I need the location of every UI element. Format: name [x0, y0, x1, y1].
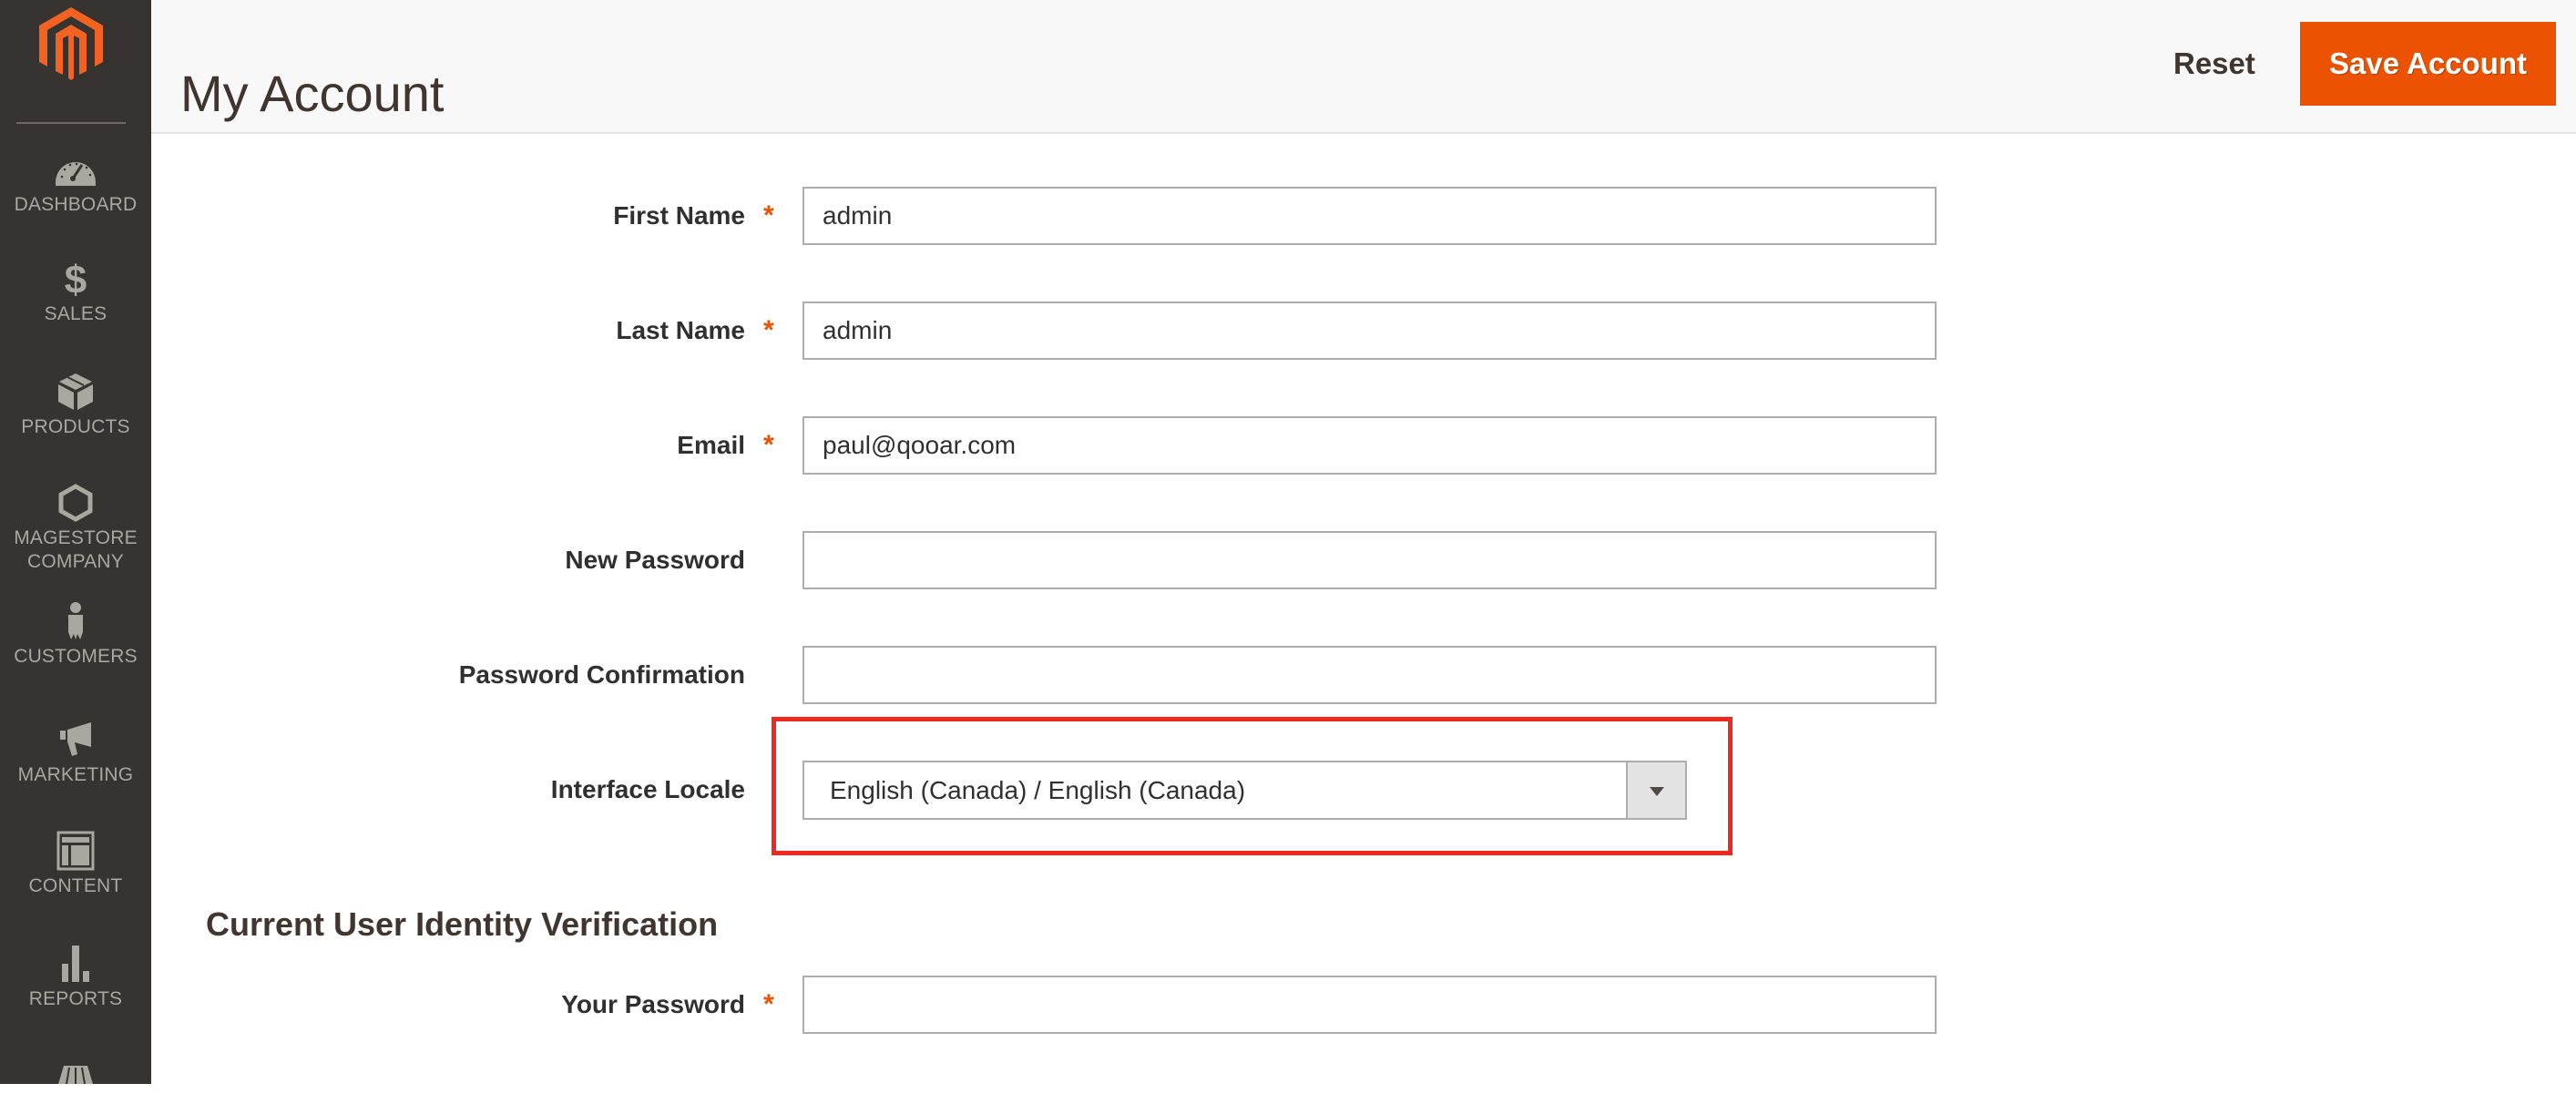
new-password-input[interactable]	[802, 531, 1937, 589]
magento-logo-icon[interactable]	[39, 7, 103, 80]
required-asterisk: *	[763, 200, 774, 230]
email-input[interactable]	[802, 416, 1937, 475]
sidebar-item-customers[interactable]: CUSTOMERS	[0, 601, 151, 669]
interface-locale-label: Interface Locale	[550, 775, 745, 803]
last-name-label: Last Name	[616, 316, 745, 344]
chevron-down-icon	[1649, 786, 1664, 796]
sidebar-item-magestore-company[interactable]: MAGESTORE COMPANY	[0, 483, 151, 574]
required-asterisk: *	[763, 430, 774, 460]
sidebar-item-label: CUSTOMERS	[14, 646, 138, 667]
person-icon	[68, 602, 83, 639]
sidebar-divider	[16, 122, 126, 124]
sidebar-item-label: REPORTS	[28, 988, 123, 1009]
store-awning-icon	[58, 1066, 93, 1085]
password-confirmation-label: Password Confirmation	[458, 660, 745, 689]
box-icon	[58, 373, 93, 410]
first-name-input[interactable]	[802, 187, 1937, 245]
sidebar-item-label-line1: MAGESTORE	[14, 527, 138, 548]
sidebar-item-content[interactable]: CONTENT	[0, 831, 151, 898]
new-password-label: New Password	[565, 546, 745, 574]
admin-sidebar: DASHBOARD $ SALES PRODUCTS MAGESTORE COM…	[0, 0, 151, 1085]
sidebar-item-label: MARKETING	[17, 764, 134, 785]
identity-verification-heading: Current User Identity Verification	[206, 905, 719, 943]
sidebar-item-products[interactable]: PRODUCTS	[0, 372, 151, 439]
last-name-input[interactable]	[802, 302, 1937, 360]
interface-locale-selected-value: English (Canada) / English (Canada)	[830, 776, 1246, 804]
required-asterisk: *	[763, 989, 774, 1019]
layout-icon	[56, 831, 95, 871]
dollar-icon: $	[65, 259, 87, 299]
save-account-button[interactable]: Save Account	[2300, 22, 2556, 106]
sidebar-item-label-line2: COMPANY	[26, 551, 125, 572]
first-name-label: First Name	[613, 201, 745, 230]
sidebar-item-sales[interactable]: $ SALES	[0, 259, 151, 326]
required-asterisk: *	[763, 315, 774, 345]
page-title: My Account	[180, 64, 445, 122]
dashboard-gauge-icon	[56, 162, 96, 186]
sidebar-item-marketing[interactable]: MARKETING	[0, 720, 151, 787]
sidebar-item-stores[interactable]	[0, 1064, 151, 1104]
reset-button[interactable]: Reset	[2164, 22, 2264, 106]
your-password-label: Your Password	[561, 990, 745, 1018]
sidebar-item-dashboard[interactable]: DASHBOARD	[0, 149, 151, 217]
sidebar-item-label: DASHBOARD	[14, 194, 138, 215]
password-confirmation-input[interactable]	[802, 646, 1937, 704]
dropdown-toggle-button[interactable]	[1626, 762, 1685, 818]
sidebar-item-label: CONTENT	[28, 875, 123, 896]
your-password-input[interactable]	[802, 976, 1937, 1034]
sidebar-item-label: SALES	[44, 303, 107, 324]
svg-text:$: $	[65, 259, 87, 299]
bar-chart-icon	[62, 946, 89, 982]
sidebar-item-reports[interactable]: REPORTS	[0, 944, 151, 1011]
interface-locale-select[interactable]: English (Canada) / English (Canada)	[802, 761, 1687, 820]
hexagon-icon	[58, 484, 93, 522]
sidebar-item-label: PRODUCTS	[21, 416, 130, 437]
email-label: Email	[677, 431, 745, 459]
megaphone-icon	[60, 722, 91, 756]
page-header: My Account Reset Save Account	[151, 0, 2576, 134]
